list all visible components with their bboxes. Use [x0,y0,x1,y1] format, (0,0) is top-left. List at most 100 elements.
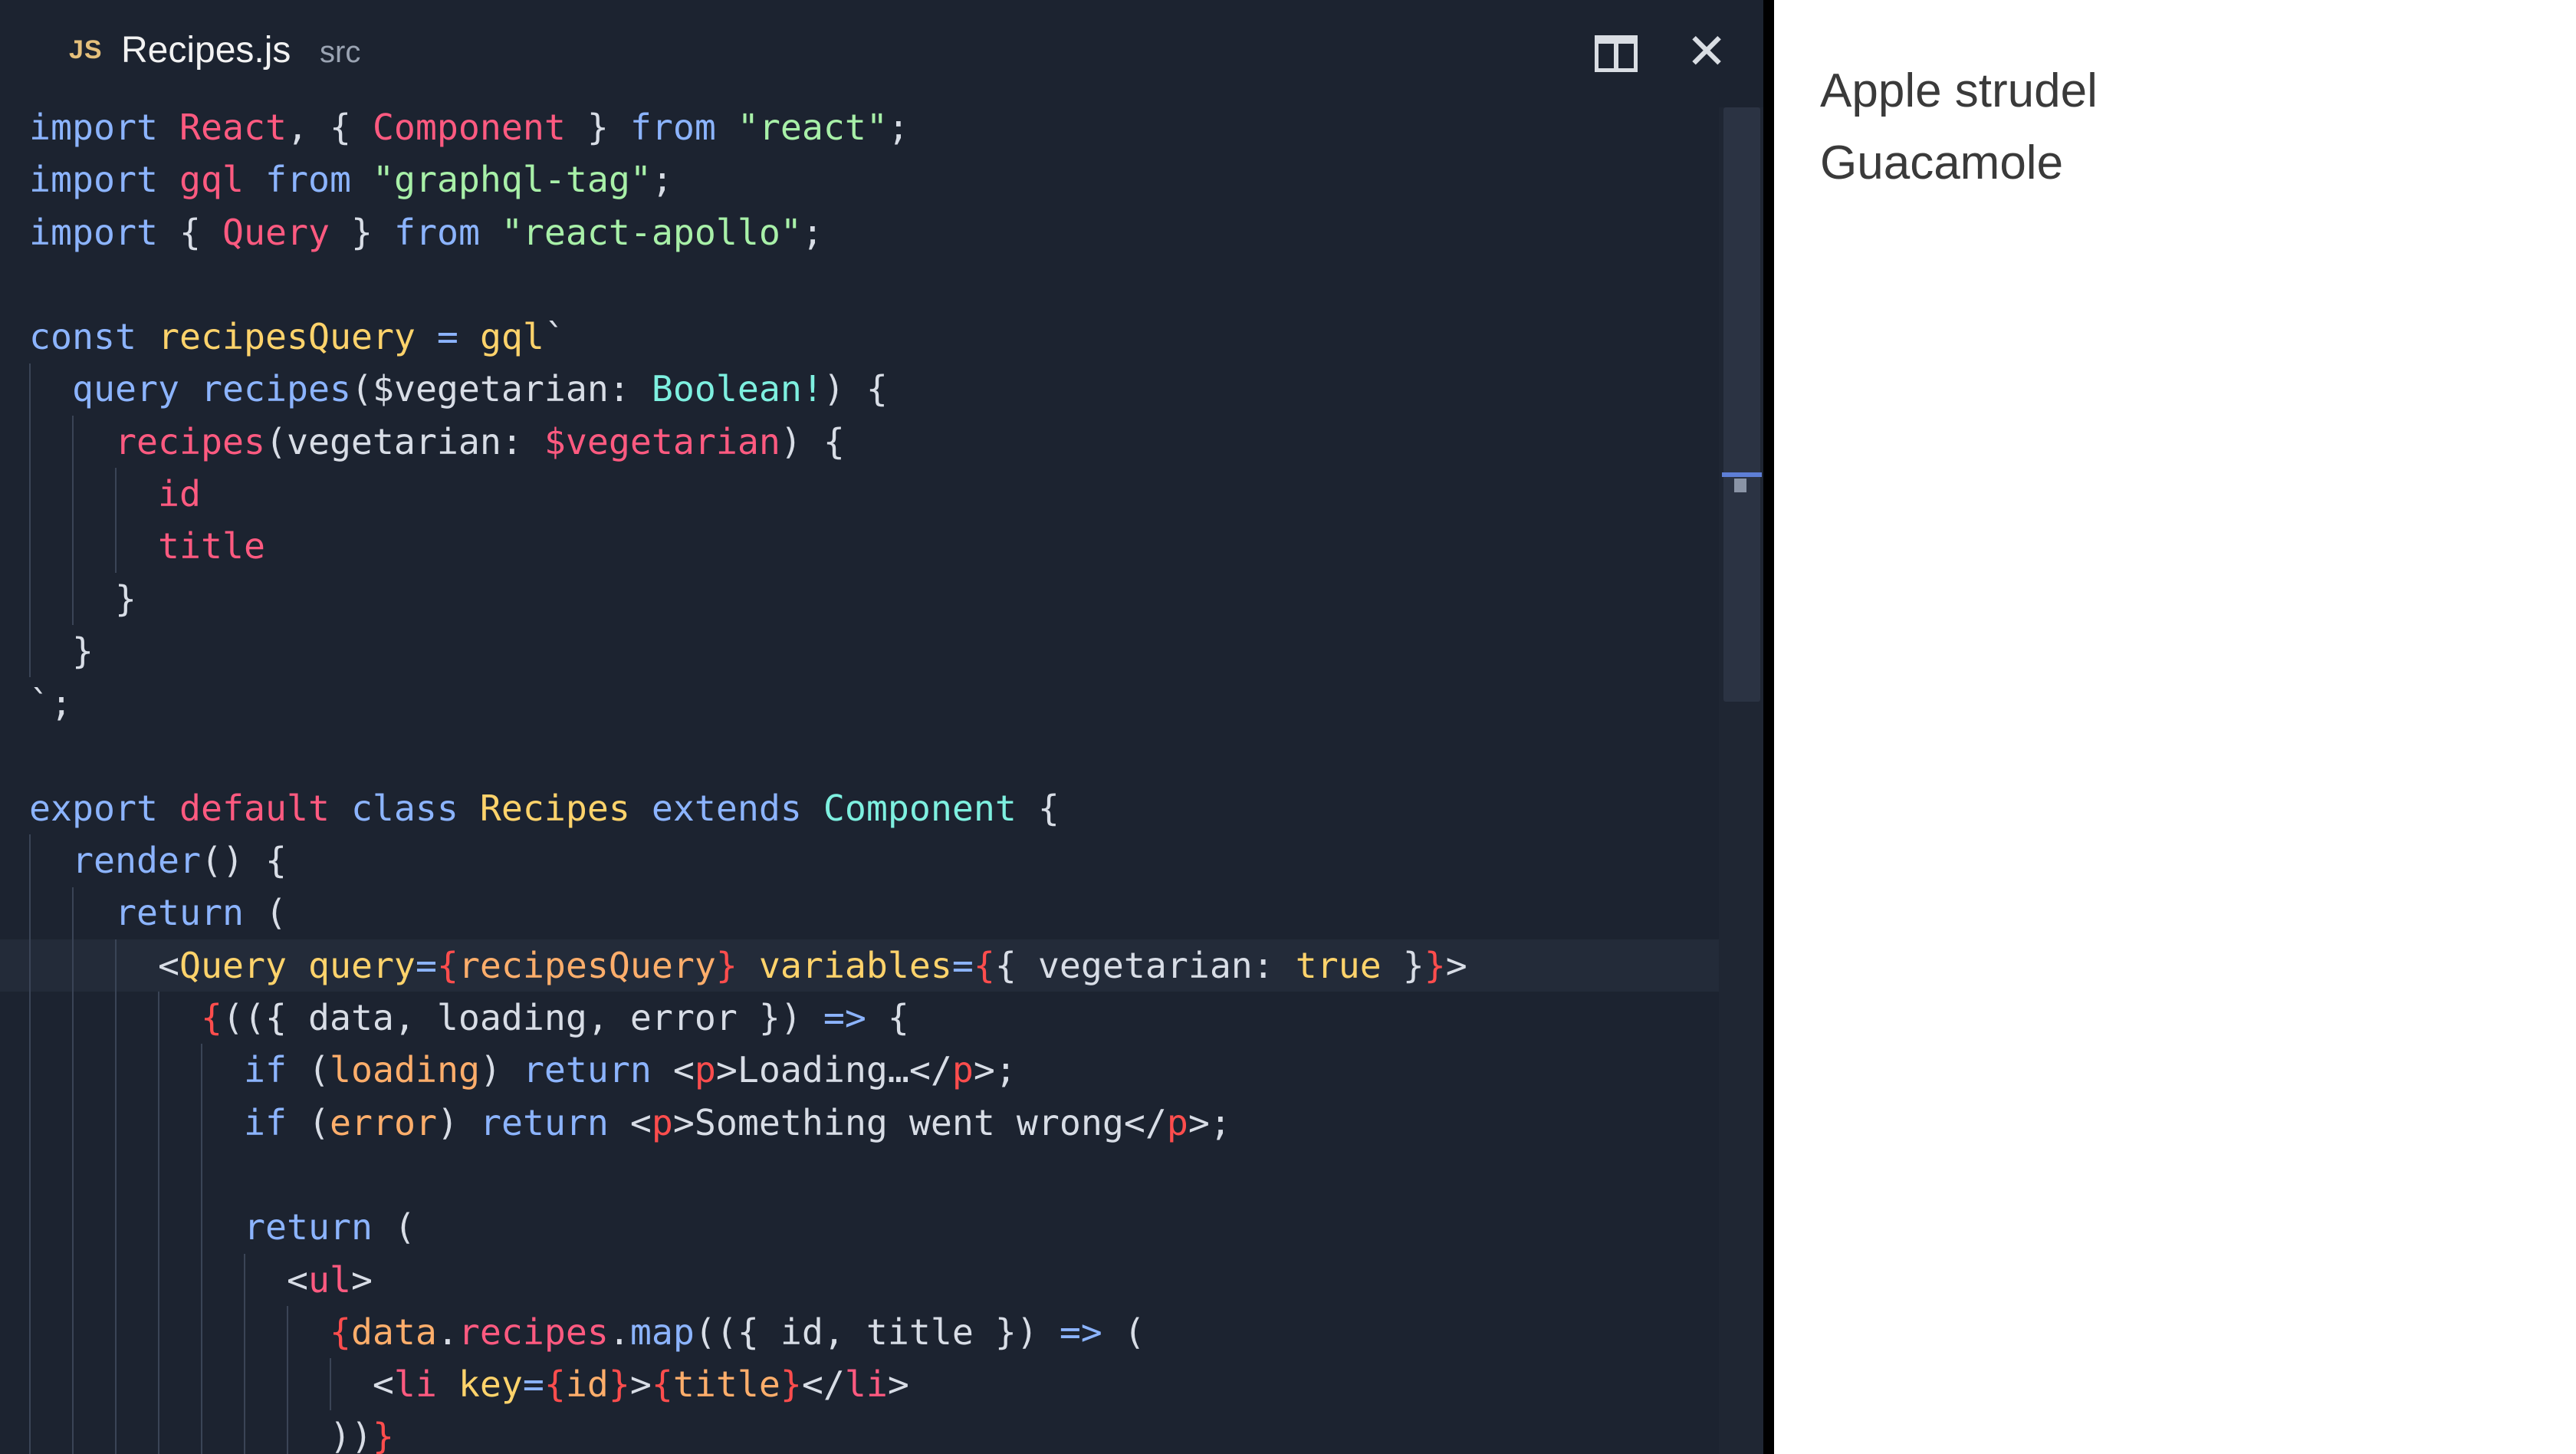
tab-directory: src [320,35,361,69]
code-token: true [1295,944,1403,986]
pane-divider[interactable] [1763,0,1774,1454]
code-token: ul [307,1258,351,1301]
code-token: recipes [114,420,265,462]
indent-guide [115,468,117,573]
code-token: recipesQuery [458,944,716,986]
code-token: ) { [780,420,845,462]
code-token: "graphql-tag" [372,159,652,201]
code-token: , { [286,107,373,148]
code-token: } [565,107,630,148]
indent-guide [287,1305,288,1454]
code-token: ( [307,1101,330,1143]
close-icon[interactable]: ✕ [1684,28,1730,77]
code-token: id [157,473,201,515]
code-token: > [629,1364,652,1406]
code-line[interactable]: import gql from "graphql-tag"; [29,153,1716,206]
code-token: query [72,368,201,410]
code-token: data [350,1311,437,1353]
code-line[interactable] [29,730,1716,782]
code-line[interactable]: } [29,573,1716,625]
code-line[interactable]: title [29,520,1716,572]
code-token: > [887,1364,909,1406]
code-token: { [329,1311,351,1353]
code-line[interactable] [29,1149,1716,1201]
code-token: return [479,1101,630,1143]
code-line[interactable]: id [29,468,1716,520]
code-line[interactable]: import React, { Component } from "react"… [29,101,1716,153]
code-token: = [415,944,437,986]
code-token: title [157,525,265,567]
code-line[interactable]: <ul> [29,1254,1716,1306]
code-line[interactable]: {data.recipes.map(({ id, title }) => ( [29,1306,1716,1358]
scrollbar-cursor-marker [1734,479,1746,492]
code-token: variables [737,944,952,986]
code-token: ; [887,107,909,148]
code-token: Query [179,944,308,986]
code-token: } [372,1416,394,1454]
code-line[interactable]: if (loading) return <p>Loading…</p>; [29,1044,1716,1096]
code-line[interactable]: query recipes($vegetarian: Boolean!) { [29,363,1716,415]
code-token: from [393,211,501,253]
code-line[interactable]: recipes(vegetarian: $vegetarian) { [29,416,1716,468]
code-token: < [29,1364,394,1406]
code-line[interactable]: {(({ data, loading, error }) => { [29,992,1716,1044]
scrollbar-thumb[interactable] [1723,107,1760,702]
code-token: (({ data, loading, error }) [222,997,823,1039]
code-token: from [629,107,738,148]
code-token: gql [179,159,244,201]
code-token: => [1059,1311,1102,1353]
code-line[interactable]: `; [29,677,1716,729]
code-line[interactable]: const recipesQuery = gql` [29,311,1716,363]
code-line[interactable]: render() { [29,834,1716,887]
code-line[interactable]: if (error) return <p>Something went wron… [29,1097,1716,1149]
code-token: Boolean! [651,368,823,410]
code-token: default [179,787,351,829]
code-line[interactable]: ))} [29,1410,1716,1454]
indent-guide [29,363,31,678]
code-token: class [350,787,480,829]
code-token: < [29,1258,308,1301]
code-token: render [72,840,201,882]
code-line[interactable]: } [29,625,1716,677]
code-area[interactable]: import React, { Component } from "react"… [0,101,1763,1454]
code-token: "react" [737,107,888,148]
code-line[interactable]: import { Query } from "react-apollo"; [29,206,1716,258]
code-token: ; [651,159,673,201]
code-line[interactable]: export default class Recipes extends Com… [29,782,1716,834]
code-token: } [780,1364,802,1406]
code-line[interactable] [29,258,1716,311]
split-editor-icon[interactable] [1595,35,1638,72]
code-line[interactable]: <Query query={recipesQuery} variables={{… [0,939,1763,992]
code-token: Component [823,787,1017,829]
code-token: { [866,997,909,1039]
code-token: { [973,944,995,986]
code-token: Query [222,211,330,253]
code-line[interactable]: return ( [29,887,1716,939]
code-line[interactable]: return ( [29,1201,1716,1253]
indent-guide [29,834,31,1454]
code-token: < [672,1049,695,1091]
code-token: ) [436,1101,480,1143]
browser-preview: Apple strudel Guacamole [1774,0,2576,1454]
code-token: } [1424,944,1446,986]
code-token: } [715,944,738,986]
code-line[interactable]: <li key={id}>{title}</li> [29,1358,1716,1410]
code-token: (({ id, title }) [694,1311,1060,1353]
code-token: < [629,1101,652,1143]
code-token: . [608,1311,630,1353]
code-token: import [29,107,179,148]
tab-filename[interactable]: Recipes.js [121,29,291,71]
code-token: Recipes [479,787,652,829]
code-token: > [1445,944,1467,986]
scrollbar-marker [1722,472,1762,477]
code-token: ( [307,1049,330,1091]
code-token: if [243,1049,308,1091]
code-token: { [200,997,222,1039]
indent-guide [72,415,74,625]
code-token: p [951,1049,974,1091]
code-token: li [393,1364,458,1406]
